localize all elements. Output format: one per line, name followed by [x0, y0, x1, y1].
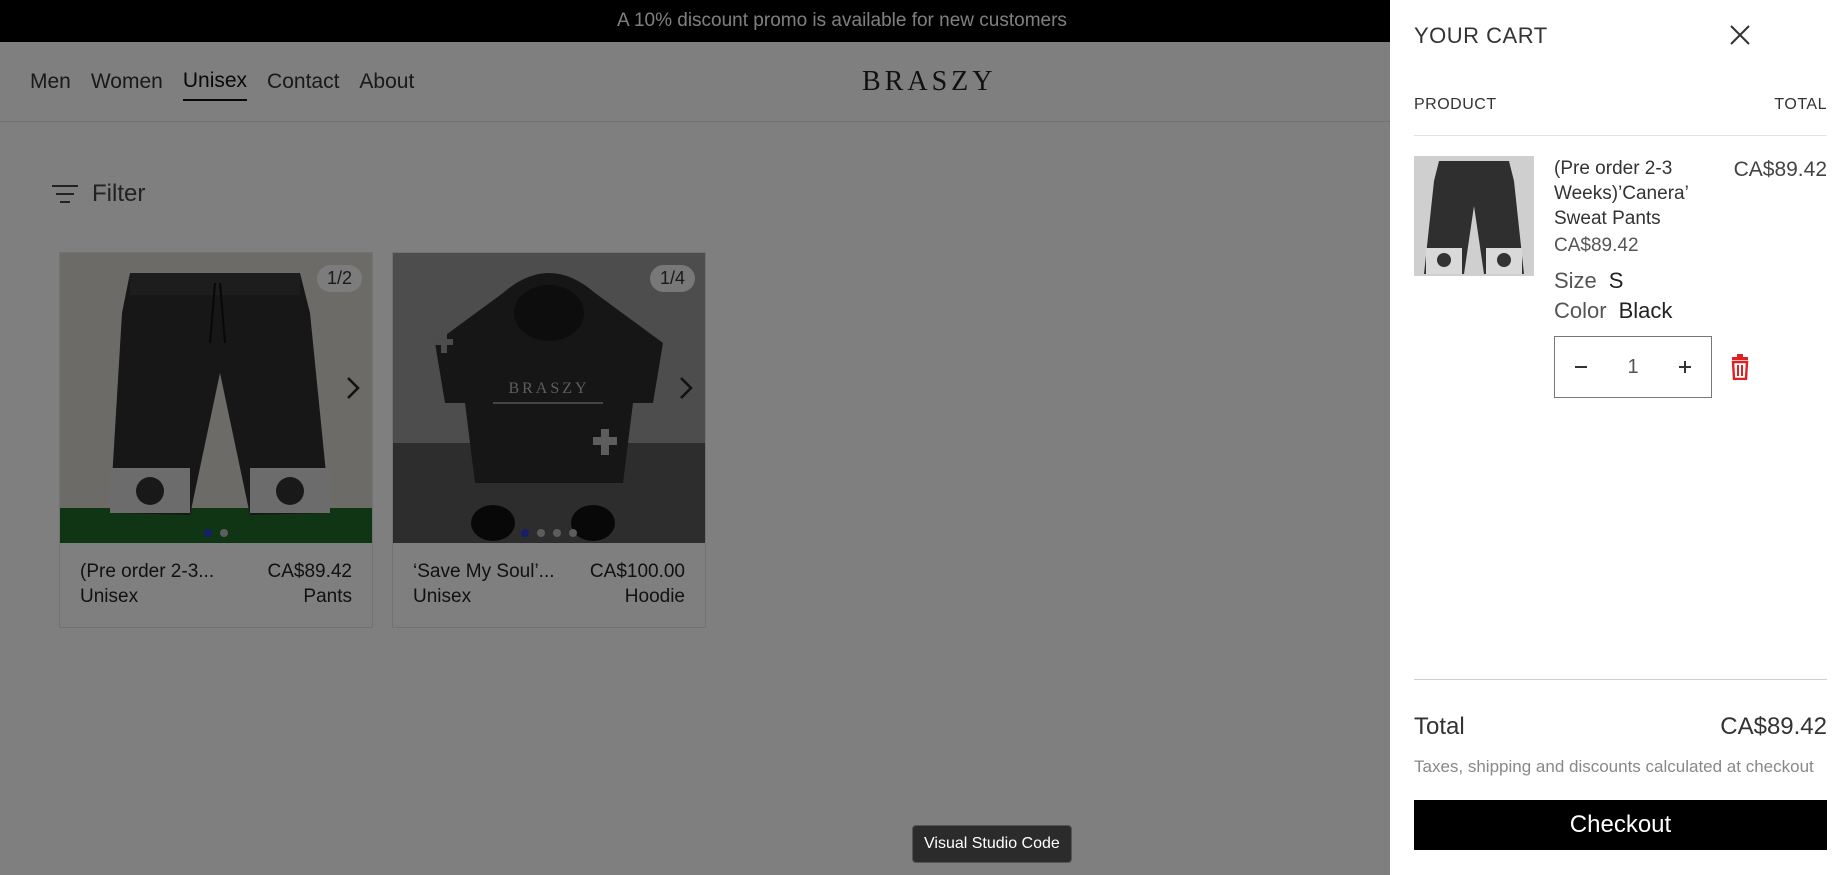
modal-backdrop[interactable]: [0, 0, 1390, 875]
cart-columns: PRODUCT TOTAL: [1414, 96, 1827, 114]
minus-icon: [1575, 366, 1587, 368]
decrease-quantity-button[interactable]: [1567, 353, 1595, 381]
close-icon[interactable]: [1727, 22, 1753, 48]
plus-icon: [1679, 361, 1691, 373]
divider: [1414, 135, 1827, 136]
color-label: Color: [1554, 298, 1607, 323]
cart-total-label: Total: [1414, 713, 1465, 740]
quantity-stepper: 1: [1554, 336, 1712, 398]
cart-drawer: YOUR CART PRODUCT TOTAL (Pre order 2-3 W…: [1390, 0, 1844, 875]
quantity-value[interactable]: 1: [1627, 356, 1638, 379]
cart-item-line-total: CA$89.42: [1733, 158, 1827, 181]
column-product: PRODUCT: [1414, 96, 1497, 113]
trash-icon[interactable]: [1728, 354, 1752, 380]
increase-quantity-button[interactable]: [1671, 353, 1699, 381]
divider: [1414, 679, 1827, 680]
size-value: S: [1608, 268, 1624, 293]
cart-item-image[interactable]: [1414, 156, 1534, 276]
cart-title: YOUR CART: [1414, 23, 1548, 48]
cart-item-name[interactable]: (Pre order 2-3 Weeks)’Canera’ Sweat Pant…: [1554, 156, 1704, 231]
color-value: Black: [1618, 298, 1673, 323]
app-tooltip: Visual Studio Code: [912, 825, 1072, 863]
tax-note: Taxes, shipping and discounts calculated…: [1414, 757, 1814, 776]
checkout-button[interactable]: Checkout: [1414, 800, 1827, 850]
column-total: TOTAL: [1774, 96, 1827, 113]
size-label: Size: [1554, 268, 1597, 293]
cart-item-unit-price: CA$89.42: [1554, 235, 1639, 256]
cart-total-value: CA$89.42: [1720, 713, 1827, 740]
cart-item-color: Color Black: [1554, 298, 1672, 324]
cart-item-size: Size S: [1554, 268, 1623, 294]
